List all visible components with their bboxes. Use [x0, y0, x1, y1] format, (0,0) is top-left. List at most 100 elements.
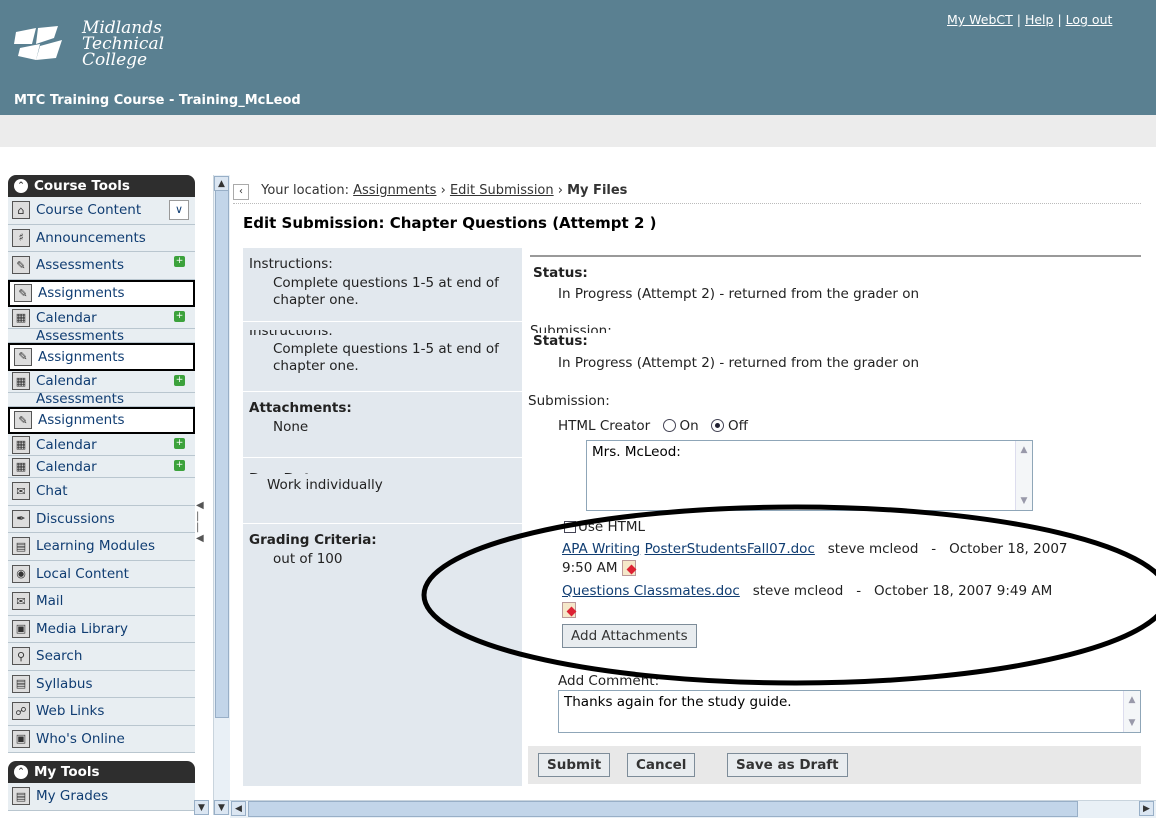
sidebar-item-web-links[interactable]: ☍ Web Links — [8, 698, 195, 726]
submission-label: Submission: — [528, 393, 610, 409]
local-content-icon: ◉ — [12, 564, 30, 583]
status-label: Status: — [533, 265, 588, 281]
comment-textarea[interactable]: Thanks again for the study guide. ▲ ▼ — [558, 690, 1141, 733]
college-logo[interactable]: Midlands Technical College — [14, 14, 184, 78]
sidebar-item-calendar-ghost[interactable]: ▦ Calendar + — [8, 370, 195, 393]
html-creator-off-radio[interactable] — [711, 418, 725, 432]
type-block: Due Date: Work individually — [243, 458, 522, 524]
sidebar-item-search[interactable]: ⚲ Search — [8, 643, 195, 671]
logo-icon — [14, 26, 62, 60]
help-link[interactable]: Help — [1025, 12, 1054, 27]
scroll-down-button[interactable]: ▼ — [214, 800, 229, 815]
logo-text: Midlands Technical College — [82, 18, 165, 70]
textarea-scrollbar[interactable]: ▲ ▼ — [1123, 691, 1140, 732]
breadcrumb-divider — [233, 203, 1141, 204]
sidebar-collapse-handle[interactable]: ◀ | | ◀ — [196, 500, 206, 560]
submission-label-ghost: Submission: — [530, 323, 612, 333]
file-row-2-icon — [562, 602, 576, 618]
scroll-left-button[interactable]: ◀ — [231, 801, 246, 816]
sidebar-item-calendar[interactable]: ▦ Calendar + — [8, 307, 195, 329]
search-icon: ⚲ — [12, 647, 30, 666]
my-webct-link[interactable]: My WebCT — [947, 12, 1013, 27]
sidebar-item-syllabus[interactable]: ▤ Syllabus — [8, 670, 195, 698]
grading-block: Grading Criteria: out of 100 — [249, 532, 377, 567]
grades-icon: ▤ — [12, 787, 30, 806]
sidebar-expand-button[interactable]: ▼ — [194, 800, 209, 815]
sidebar-item-local-content[interactable]: ◉ Local Content — [8, 560, 195, 588]
top-links: My WebCT | Help | Log out — [947, 12, 1113, 27]
scroll-up-icon[interactable]: ▲ — [1017, 443, 1031, 457]
scroll-right-button[interactable]: ▶ — [1139, 801, 1154, 816]
course-tools-header[interactable]: ⌃ Course Tools — [8, 175, 195, 197]
sidebar-item-chat[interactable]: ✉ Chat — [8, 478, 195, 506]
sidebar-item-assignments-ghost[interactable]: ✎ Assignments — [8, 343, 195, 371]
instructions-block: Instructions: Complete questions 1-5 at … — [243, 248, 522, 322]
chevron-down-icon[interactable]: ∨ — [169, 200, 189, 220]
save-draft-button[interactable]: Save as Draft — [727, 753, 848, 777]
status-text-2: In Progress (Attempt 2) - returned from … — [558, 355, 920, 371]
horizontal-scroll-thumb[interactable] — [248, 801, 1078, 817]
sidebar-item-calendar-ghost-2[interactable]: ▦ Calendar + — [8, 434, 195, 456]
new-item-icon: + — [174, 374, 185, 386]
sidebar-item-assessments-ghost[interactable]: Assessments — [8, 329, 195, 343]
breadcrumb-assignments[interactable]: Assignments — [353, 183, 436, 198]
file-link-apa-writing[interactable]: APA Writing — [562, 541, 640, 557]
assignment-icon: ✎ — [14, 284, 32, 303]
submission-textarea[interactable]: Mrs. McLeod: ▲ ▼ — [586, 440, 1033, 511]
assignment-details-panel: Instructions: Complete questions 1-5 at … — [243, 248, 522, 786]
chat-icon: ✉ — [12, 482, 30, 501]
attachments-block: Attachments: None — [243, 392, 522, 458]
html-creator-row: HTML Creator On Off — [558, 418, 748, 434]
sidebar-scroll-thumb[interactable] — [215, 190, 229, 718]
file-row-2: Questions Classmates.doc steve mcleod - … — [562, 583, 1053, 599]
logout-link[interactable]: Log out — [1066, 12, 1113, 27]
sidebar-item-assignments[interactable]: ✎ Assignments — [8, 279, 195, 307]
breadcrumb-edit-submission[interactable]: Edit Submission — [450, 183, 554, 198]
calendar-icon: ▦ — [12, 435, 30, 454]
home-icon: ⌂ — [12, 201, 30, 220]
assessment-icon: ✎ — [12, 256, 30, 275]
scroll-down-icon[interactable]: ▼ — [1017, 494, 1031, 508]
sidebar-item-announcements[interactable]: ♯ Announcements — [8, 224, 195, 252]
my-tools-header[interactable]: ⌃ My Tools — [8, 761, 195, 783]
collapse-icon: ⌃ — [14, 765, 28, 779]
file-link-questions-classmates[interactable]: Questions Classmates.doc — [562, 583, 740, 599]
cancel-button[interactable]: Cancel — [627, 753, 696, 777]
page-title: Edit Submission: Chapter Questions (Atte… — [243, 214, 657, 232]
submit-button[interactable]: Submit — [538, 753, 611, 777]
breadcrumb-current: My Files — [567, 183, 628, 198]
sidebar-item-discussions[interactable]: ✒ Discussions — [8, 505, 195, 533]
sidebar-item-calendar-2[interactable]: ▦ Calendar + — [8, 456, 195, 478]
sidebar-item-course-content[interactable]: ⌂ Course Content ∨ — [8, 197, 195, 225]
assignment-icon: ✎ — [14, 411, 32, 430]
sidebar-item-mail[interactable]: ✉ Mail — [8, 588, 195, 616]
header-strip — [0, 115, 1156, 147]
sidebar-item-assignments-ghost-2[interactable]: ✎ Assignments — [8, 406, 195, 434]
use-html-checkbox[interactable] — [564, 521, 576, 533]
scroll-up-button[interactable]: ▲ — [214, 176, 229, 191]
collapse-icon: ⌃ — [14, 179, 28, 193]
sidebar-item-my-grades[interactable]: ▤ My Grades — [8, 783, 195, 811]
textarea-scrollbar[interactable]: ▲ ▼ — [1015, 441, 1032, 510]
media-icon: ▣ — [12, 619, 30, 638]
html-creator-on-radio[interactable] — [662, 418, 676, 432]
sidebar-item-learning-modules[interactable]: ▤ Learning Modules — [8, 533, 195, 561]
online-icon: ▣ — [12, 729, 30, 748]
remove-file-icon[interactable] — [621, 560, 636, 576]
file-link-poster[interactable]: PosterStudentsFall07.doc — [645, 541, 815, 557]
add-attachments-button[interactable]: Add Attachments — [562, 624, 697, 648]
discussion-icon: ✒ — [12, 509, 30, 528]
scroll-down-icon[interactable]: ▼ — [1125, 716, 1139, 730]
new-item-icon: + — [174, 438, 185, 449]
sidebar-item-assessments[interactable]: ✎ Assessments + — [8, 252, 195, 280]
sidebar-spacer — [8, 753, 195, 761]
module-icon: ▤ — [12, 537, 30, 556]
back-arrow-icon[interactable]: ‹ — [233, 184, 249, 200]
status-text: In Progress (Attempt 2) - returned from … — [558, 286, 920, 302]
sidebar-item-media-library[interactable]: ▣ Media Library — [8, 615, 195, 643]
remove-file-icon[interactable] — [562, 602, 576, 618]
calendar-icon: ▦ — [12, 308, 30, 327]
scroll-up-icon[interactable]: ▲ — [1125, 693, 1139, 707]
sidebar-item-assessments-ghost-2[interactable]: Assessments — [8, 392, 195, 407]
sidebar-item-whos-online[interactable]: ▣ Who's Online — [8, 725, 195, 753]
